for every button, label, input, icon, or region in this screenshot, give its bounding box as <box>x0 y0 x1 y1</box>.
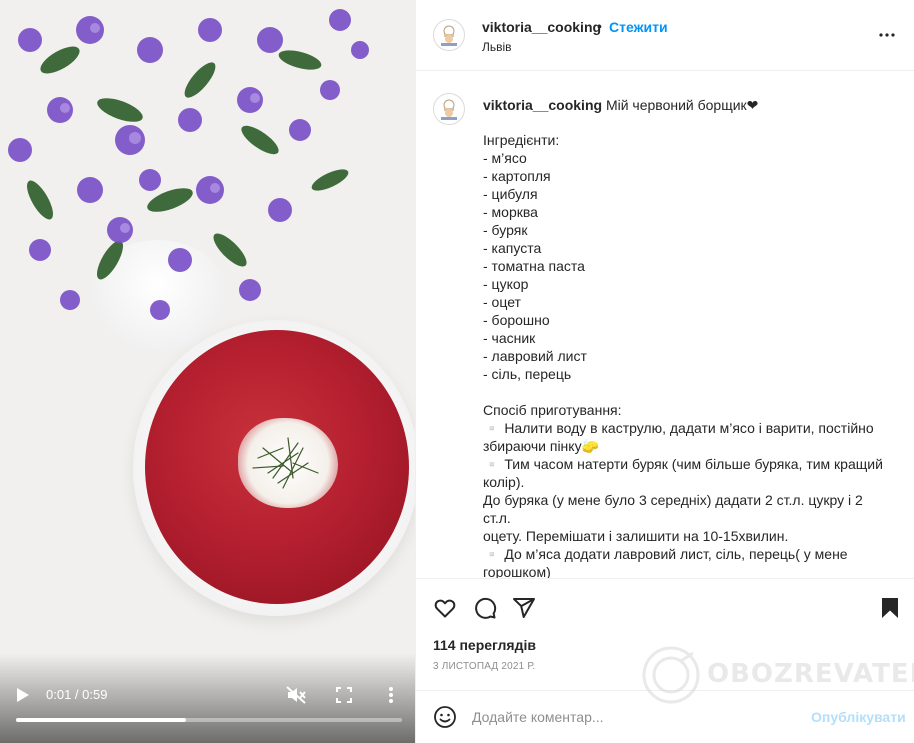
post-panel: viktoria__cooking • Стежити Львів viktor… <box>415 0 914 743</box>
video-time: 0:01 / 0:59 <box>46 687 108 702</box>
play-icon[interactable] <box>16 687 30 703</box>
caption-line: колір). <box>483 474 525 490</box>
video-progress-fill <box>16 718 186 722</box>
caption-line: - м’ясо <box>483 150 527 166</box>
comment-input[interactable] <box>472 705 792 729</box>
caption-line: - цукор <box>483 276 529 292</box>
comment-bar: Опублікувати <box>416 690 914 743</box>
video-progress-bar[interactable] <box>16 718 402 722</box>
dill-garnish <box>252 437 319 489</box>
caption-line: - борошно <box>483 312 550 328</box>
caption-line: - морква <box>483 204 538 220</box>
post-actions: 114 переглядів 3 ЛИСТОПАД 2021 Р. <box>416 578 914 690</box>
caption-line: Інгредієнти: <box>483 132 560 148</box>
lavender-plant <box>8 9 369 320</box>
caption-line: До буряка (у мене було 3 середніх) дадат… <box>483 492 863 526</box>
comment-icon[interactable] <box>473 596 497 620</box>
caption-line: - лавровий лист <box>483 348 587 364</box>
publish-button[interactable]: Опублікувати <box>811 709 906 725</box>
caption-line: - оцет <box>483 294 521 310</box>
caption-line: - томатна паста <box>483 258 585 274</box>
post-header: viktoria__cooking • Стежити Львів <box>416 0 914 71</box>
chef-avatar-icon <box>441 25 457 46</box>
caption-scroll-area[interactable]: viktoria__cooking Мій червоний борщик❤ І… <box>416 72 914 578</box>
caption-line: ▫️ Тим часом натерти буряк (чим більше б… <box>483 456 883 472</box>
caption-line: - сіль, перець <box>483 366 572 382</box>
caption-header: viktoria__cooking Мій червоний борщик❤ <box>483 96 758 114</box>
caption-line: - часник <box>483 330 536 346</box>
video-controls: 0:01 / 0:59 <box>0 680 415 710</box>
caption-line: - картопля <box>483 168 551 184</box>
post-video[interactable]: 0:01 / 0:59 <box>0 0 415 743</box>
caption-line: - цибуля <box>483 186 538 202</box>
username[interactable]: viktoria__cooking <box>482 19 601 35</box>
caption-username[interactable]: viktoria__cooking <box>483 97 602 113</box>
caption-title: Мій червоний борщик❤ <box>605 97 759 113</box>
caption-line: оцету. Перемішати і залишити на 10-15хви… <box>483 528 789 544</box>
caption-line: ▫️ До м’яса додати лавровий лист, сіль, … <box>483 546 848 578</box>
more-vertical-icon[interactable] <box>384 686 398 704</box>
fullscreen-icon[interactable] <box>336 687 352 703</box>
share-icon[interactable] <box>512 596 536 620</box>
caption-line: - буряк <box>483 222 528 238</box>
avatar[interactable] <box>433 19 465 51</box>
heart-icon[interactable] <box>433 596 457 620</box>
caption-line: - капуста <box>483 240 542 256</box>
bookmark-icon[interactable] <box>878 596 902 620</box>
views-count[interactable]: 114 переглядів <box>433 637 536 653</box>
post-date[interactable]: 3 ЛИСТОПАД 2021 Р. <box>433 661 535 672</box>
separator-dot: • <box>597 18 602 34</box>
follow-button[interactable]: Стежити <box>609 19 668 35</box>
caption-line: збираючи пінку🧽 <box>483 438 600 454</box>
volume-muted-icon[interactable] <box>286 686 306 704</box>
caption-body: Інгредієнти: - м’ясо - картопля - цибуля - м… <box>483 131 893 578</box>
caption-line: Спосіб приготування: <box>483 402 622 418</box>
location-link[interactable]: Львів <box>482 40 512 54</box>
caption-line: ▫️ Налити воду в каструлю, дадати м’ясо … <box>483 420 874 436</box>
more-horizontal-icon[interactable] <box>878 26 896 44</box>
emoji-icon[interactable] <box>433 705 457 729</box>
chef-avatar-icon <box>441 99 457 120</box>
caption-avatar[interactable] <box>433 93 465 125</box>
